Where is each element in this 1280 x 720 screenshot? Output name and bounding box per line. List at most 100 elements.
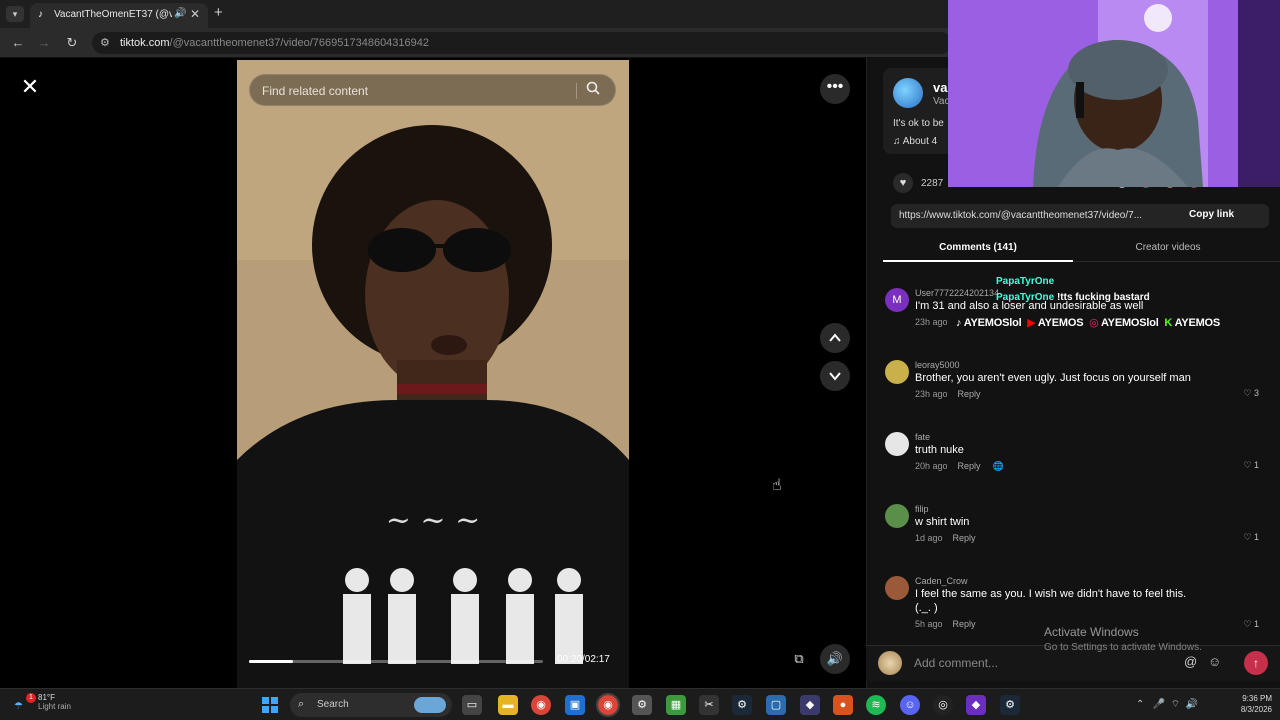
omnibox[interactable]: ⚙ tiktok.com/@vacanttheomenet37/video/76… [92, 32, 952, 54]
reply-button[interactable]: Reply [953, 533, 976, 543]
author-avatar[interactable] [893, 78, 923, 108]
comment-like[interactable]: ♡ 1 [1243, 460, 1259, 471]
comment-username[interactable]: User7772224202134 [915, 288, 999, 298]
comment-username[interactable]: fate [915, 432, 930, 442]
related-search-bar[interactable]: Find related content [249, 74, 616, 106]
comment-item: filip w shirt twin 1d ago Reply ♡ 1 [885, 504, 1280, 570]
search-highlight-icon [414, 697, 446, 713]
current-user-avatar[interactable] [878, 651, 902, 675]
like-count: 2287 [921, 178, 944, 189]
search-icon: ⌕ [298, 698, 305, 710]
send-arrow-icon[interactable]: ↑ [1244, 651, 1268, 675]
comment-time: 20h ago [915, 461, 948, 471]
weather-widget[interactable]: 1 ☂ 81°F Light rain [14, 693, 71, 712]
tab-close-icon[interactable]: ✕ [190, 7, 200, 21]
new-tab-button[interactable]: + [214, 5, 223, 21]
wifi-icon[interactable]: ⌔ [1171, 699, 1180, 710]
add-comment-input[interactable]: Add comment... [914, 656, 998, 670]
system-tray[interactable]: ⌃ 🎤 ⌔ 🔊 [1136, 698, 1198, 711]
tab-title: VacantTheOmenET37 (@va [54, 9, 172, 20]
search-divider [576, 83, 577, 99]
tab-creator-videos[interactable]: Creator videos [1073, 240, 1263, 262]
weather-badge: 1 [26, 693, 36, 703]
comment-username[interactable]: filip [915, 504, 929, 514]
more-options-button[interactable]: ••• [820, 74, 850, 104]
forward-button[interactable]: → [36, 35, 52, 50]
taskbar-search-label: Search [317, 699, 349, 710]
music-label[interactable]: ♫ About 4 [893, 136, 937, 147]
comment-avatar[interactable] [885, 576, 909, 600]
comment-avatar[interactable] [885, 504, 909, 528]
comment-like[interactable]: ♡ 1 [1243, 619, 1259, 630]
file-explorer-icon[interactable]: ▬ [498, 695, 518, 715]
purple-app-icon[interactable]: ◆ [966, 695, 986, 715]
next-video-button[interactable] [820, 361, 850, 391]
window-app-icon[interactable]: ▢ [766, 695, 786, 715]
store-icon[interactable]: ▣ [565, 695, 585, 715]
taskbar-search[interactable]: ⌕ Search [290, 693, 452, 717]
copy-link-button[interactable]: Copy link [1189, 209, 1234, 220]
comment-username[interactable]: Caden_Crow [915, 576, 968, 586]
taskbar-clock[interactable]: 9:36 PM 8/3/2026 [1228, 693, 1272, 715]
comment-text: w shirt twin [915, 516, 970, 528]
steam-icon[interactable]: ⚙ [732, 695, 752, 715]
chrome-active-icon[interactable]: ◉ [596, 693, 620, 717]
comment-username[interactable]: leoray5000 [915, 360, 960, 370]
volume-button[interactable]: 🔊 [820, 644, 850, 674]
clock-date: 8/3/2026 [1240, 705, 1272, 714]
url-text[interactable]: tiktok.com/@vacanttheomenet37/video/7669… [120, 37, 429, 49]
comment-like[interactable]: ♡ 1 [1243, 532, 1259, 543]
windows-start-icon[interactable] [262, 697, 278, 713]
weather-desc: Light rain [38, 702, 71, 711]
comment-avatar[interactable]: M [885, 288, 909, 312]
reply-button[interactable]: Reply [958, 461, 981, 471]
comment-item: leoray5000 Brother, you aren't even ugly… [885, 360, 1280, 426]
reply-button[interactable]: Reply [953, 619, 976, 629]
reply-button[interactable]: Reply [958, 389, 981, 399]
obs-icon[interactable]: ◎ [933, 695, 953, 715]
mouse-pointer-icon: ☝ [772, 477, 782, 494]
chevron-up-icon[interactable]: ⌃ [1136, 699, 1144, 710]
tab-list-button[interactable]: ▾ [6, 6, 24, 22]
url-path: /@vacanttheomenet37/video/76695173486043… [169, 37, 430, 49]
browser-tab-active[interactable]: ♪ VacantTheOmenET37 (@va 🔊 ✕ [30, 3, 208, 28]
author-name[interactable]: va [933, 80, 947, 95]
volume-icon[interactable]: 🔊 [1186, 699, 1198, 710]
back-button[interactable]: ← [10, 35, 26, 50]
comment-avatar[interactable] [885, 432, 909, 456]
share-link-url[interactable]: https://www.tiktok.com/@vacanttheomenet3… [899, 210, 1175, 221]
minecraft-icon[interactable]: ▦ [666, 695, 686, 715]
comment-avatar[interactable] [885, 360, 909, 384]
microphone-icon[interactable]: 🎤 [1153, 699, 1165, 710]
comment-like[interactable]: ♡ 3 [1243, 388, 1259, 399]
comment-meta: 20h ago Reply 🌐 [915, 461, 1004, 472]
comment-text: I'm 31 and also a loser and undesirable … [915, 300, 1144, 312]
chrome-icon[interactable]: ◉ [531, 695, 551, 715]
svg-text:~ ~ ~: ~ ~ ~ [386, 503, 480, 538]
search-icon[interactable] [586, 81, 606, 101]
comment-like-count: 1 [1253, 619, 1259, 629]
task-view-icon[interactable]: ▭ [462, 695, 482, 715]
previous-video-button[interactable] [820, 323, 850, 353]
activate-windows-watermark: Activate Windows Go to Settings to activ… [1044, 625, 1202, 653]
spotify-icon[interactable]: ≋ [866, 695, 886, 715]
app-icon[interactable]: ◆ [800, 695, 820, 715]
steam-icon-2[interactable]: ⚙ [1000, 695, 1020, 715]
picture-in-picture-icon[interactable]: ⧉ [788, 648, 810, 670]
clock-time: 9:36 PM [1242, 694, 1272, 703]
heart-icon[interactable]: ♥ [893, 173, 913, 193]
close-icon[interactable]: ✕ [18, 76, 42, 100]
emoji-icon[interactable]: ☺ [1208, 654, 1221, 669]
speaker-icon[interactable]: 🔊 [174, 8, 186, 19]
discord-icon[interactable]: ☺ [900, 695, 920, 715]
obs-like-icon[interactable]: ● [833, 695, 853, 715]
video-player[interactable]: ~ ~ ~ Find related content 00:20/02:17 [237, 60, 629, 688]
video-progress-bar[interactable] [249, 660, 543, 663]
reload-button[interactable]: ↻ [64, 35, 80, 51]
tab-comments[interactable]: Comments (141) [883, 240, 1073, 262]
mention-icon[interactable]: @ [1184, 654, 1197, 669]
capcut-icon[interactable]: ✂ [699, 695, 719, 715]
comment-item: M User7772224202134 I'm 31 and also a lo… [885, 288, 1280, 354]
settings-icon[interactable]: ⚙ [632, 695, 652, 715]
site-info-icon[interactable]: ⚙ [100, 36, 110, 49]
